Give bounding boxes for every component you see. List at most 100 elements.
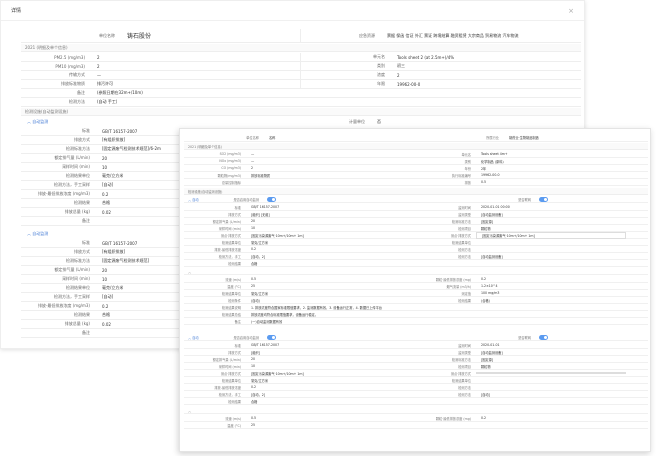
field-label: 颗粒·最低排放浓度 (mg): [435, 277, 471, 282]
blockB-right-toggle[interactable]: [539, 334, 548, 340]
field-label: 排放-最低排放浓度 (mg/m3): [37, 191, 90, 196]
data-row: PM2.5 (mg/m3) 2 单元名 Tools sheet 2 (at 2.5m…: [21, 53, 581, 62]
field-value: 毫克/立方米: [102, 173, 124, 178]
close-icon[interactable]: ×: [568, 7, 574, 15]
field-row: 备注: [21, 329, 181, 338]
field-row: 检测结果 合格: [21, 311, 181, 320]
field-row: 排放方式 [组织] [无组] 监测类型 [自动监测设备]: [184, 211, 648, 218]
field-label: 颗粒物(mg/m3): [217, 173, 241, 178]
field-value[interactable]: [固定源]: [476, 357, 626, 362]
field-row: 检测结果 合格: [184, 398, 648, 405]
blockB-sub[interactable]: ︿: [184, 407, 648, 414]
field-label: 执行标准编号: [451, 173, 471, 178]
front-section-basic: 2021 (明细及单个信息): [184, 143, 648, 150]
group2-header[interactable]: ︿ 自动监测: [27, 229, 48, 238]
field-label: 监测时间: [458, 343, 471, 348]
field-value[interactable]: 颗粒物: [476, 226, 626, 231]
field-value: 25: [251, 284, 256, 288]
field-value: (一)自动监测数据有效: [251, 319, 283, 324]
field-value: [固定污染源废气·10m+/10m+ 1m]: [251, 233, 304, 238]
field-value: 0.2: [102, 191, 109, 197]
field-label: 标准: [82, 128, 90, 133]
group1-header[interactable]: ︿ 自动监测: [27, 117, 48, 126]
field-label: 检测结果说明: [221, 305, 241, 310]
field-value[interactable]: Tools sheet 4m+: [476, 152, 626, 156]
field-row: 采样时间 (min) 10: [21, 163, 181, 172]
group1-title: 自动监测: [32, 118, 49, 124]
field-value: 2: [97, 54, 100, 60]
field-value[interactable]: 2020-01-01 00:00: [476, 205, 626, 209]
field-label: 检测结果: [74, 312, 90, 317]
field-label: 单元名: [461, 152, 471, 157]
field-label: 检测结果: [458, 298, 471, 303]
field-value: 毫克/立方米: [251, 291, 269, 296]
dialog-title: 详情: [11, 8, 22, 14]
field-value[interactable]: 0.5: [476, 180, 626, 184]
field-row: CO (mg/m3) 2 年份 2年: [184, 165, 648, 172]
field-label: 排放总量 (kg): [64, 209, 90, 214]
field-value: 毫克/立方米: [102, 285, 124, 290]
monitor-value[interactable]: (自动 手工): [91, 99, 117, 105]
remark-value: (参照日期在32m+/10m): [97, 90, 143, 95]
chevron-up-icon[interactable]: ︿: [188, 408, 191, 413]
field-value[interactable]: 化学制品 (原料): [476, 159, 626, 164]
field-row: 检测结果说明 1. 排放浓度符合国家标准限值要求，2. 监测数据有效，3. 设备运…: [184, 304, 648, 311]
field-value[interactable]: 19962-00-0: [476, 173, 626, 177]
field-label: 标准: [234, 205, 241, 210]
field-label: 检测项目: [458, 226, 471, 231]
field-value: 合格: [251, 399, 258, 404]
blockB-title[interactable]: ︿ 自动: [184, 335, 224, 340]
front-basic-list: SO2 (mg/m3) — 单元名 Tools sheet 4m+ NOx (mg/m3…: [184, 151, 648, 186]
blockA-toggle[interactable]: [267, 196, 276, 202]
field-value[interactable]: 1.2×10^4: [476, 284, 626, 288]
field-value[interactable]: [固定源]: [476, 219, 626, 224]
field-value[interactable]: [自动]: [476, 392, 626, 397]
field-value[interactable]: [固定污染源废气·10m+/10m+ 1m]: [476, 231, 626, 239]
field-label: 备注: [82, 330, 90, 335]
field-value[interactable]: 0.2: [476, 416, 626, 420]
field-value: 合格: [102, 200, 110, 205]
field-label: 检测结果单位: [221, 378, 241, 383]
field-value[interactable]: 100 mg/m3: [476, 291, 626, 295]
field-value: [自动]: [102, 182, 114, 187]
front-section-monitor: 检测设施(自动监测设施): [184, 188, 648, 195]
field-label: 检测方法，手工: [218, 254, 241, 259]
field-value: 20: [102, 155, 108, 161]
industry-value: 制药业·生物制品制造: [509, 135, 539, 140]
dialog-titlebar: 详情 ×: [1, 1, 584, 21]
field-row: 流速 (m/s) 0.5 颗粒·最低排放浓度 (mg) 0.2: [184, 415, 648, 422]
blockB-toggle[interactable]: [267, 334, 276, 340]
field-value[interactable]: [自动监测设备]: [476, 350, 626, 355]
field-label: 检测方法: [458, 392, 471, 397]
field-label: 检测标准方法: [451, 357, 471, 362]
blockA-title[interactable]: ︿ 自动: [184, 197, 224, 202]
field-label: 检测结果: [228, 261, 241, 266]
blockB-toggle-label: 是否启用自动监测: [233, 335, 260, 340]
blockA-sub[interactable]: ︿: [184, 268, 648, 275]
field-label: 标准: [234, 343, 241, 348]
field-row: 排放方式 [组织] 监测类型 [自动监测设备]: [184, 349, 648, 356]
field-label: 备注: [82, 218, 90, 223]
field-row: 排放-最低排放浓度 (mg/m3) 0.2: [21, 302, 181, 311]
remark-row: 备注 (参照日期在32m+/10m): [21, 89, 581, 98]
blockB-list: 标准 GB/T 16157-2007 监测时间 2020-01-01 排放方式 [组织] 监…: [184, 342, 648, 405]
field-value: [固定源废气检测技术规范]/6-2m: [102, 146, 161, 151]
chevron-up-icon[interactable]: ︿: [188, 269, 191, 274]
field-label: 排放-最低排放浓度 (mg/m3): [37, 303, 90, 308]
field-label: 测点·排放方式: [220, 371, 241, 376]
field-value[interactable]: 颗粒物: [476, 364, 626, 369]
section-monitor: 检测设施(自动监测设施): [21, 108, 581, 116]
field-label: 检测项目: [458, 364, 471, 369]
field-label: 检测结果总结: [221, 312, 241, 317]
field-row: 检测方法，手工 [自动，2] 检测方法 [自动监测设备]: [184, 253, 648, 260]
field-value[interactable]: [自动监测设备]: [476, 212, 626, 217]
field-value[interactable]: 2年: [476, 166, 626, 171]
field-value[interactable]: [自动监测设备]: [476, 254, 626, 259]
field-label: 总量控制指标: [221, 180, 241, 185]
field-label: 检测结果单位: [451, 378, 471, 383]
field-value[interactable]: 0.2: [476, 277, 626, 281]
field-value[interactable]: 2020-01-01: [476, 343, 626, 347]
blockA-right-toggle[interactable]: [539, 196, 548, 202]
blockB-header: ︿ 自动 是否启用自动监测 是否联网: [184, 334, 648, 341]
field-value[interactable]: (合格): [476, 298, 626, 303]
